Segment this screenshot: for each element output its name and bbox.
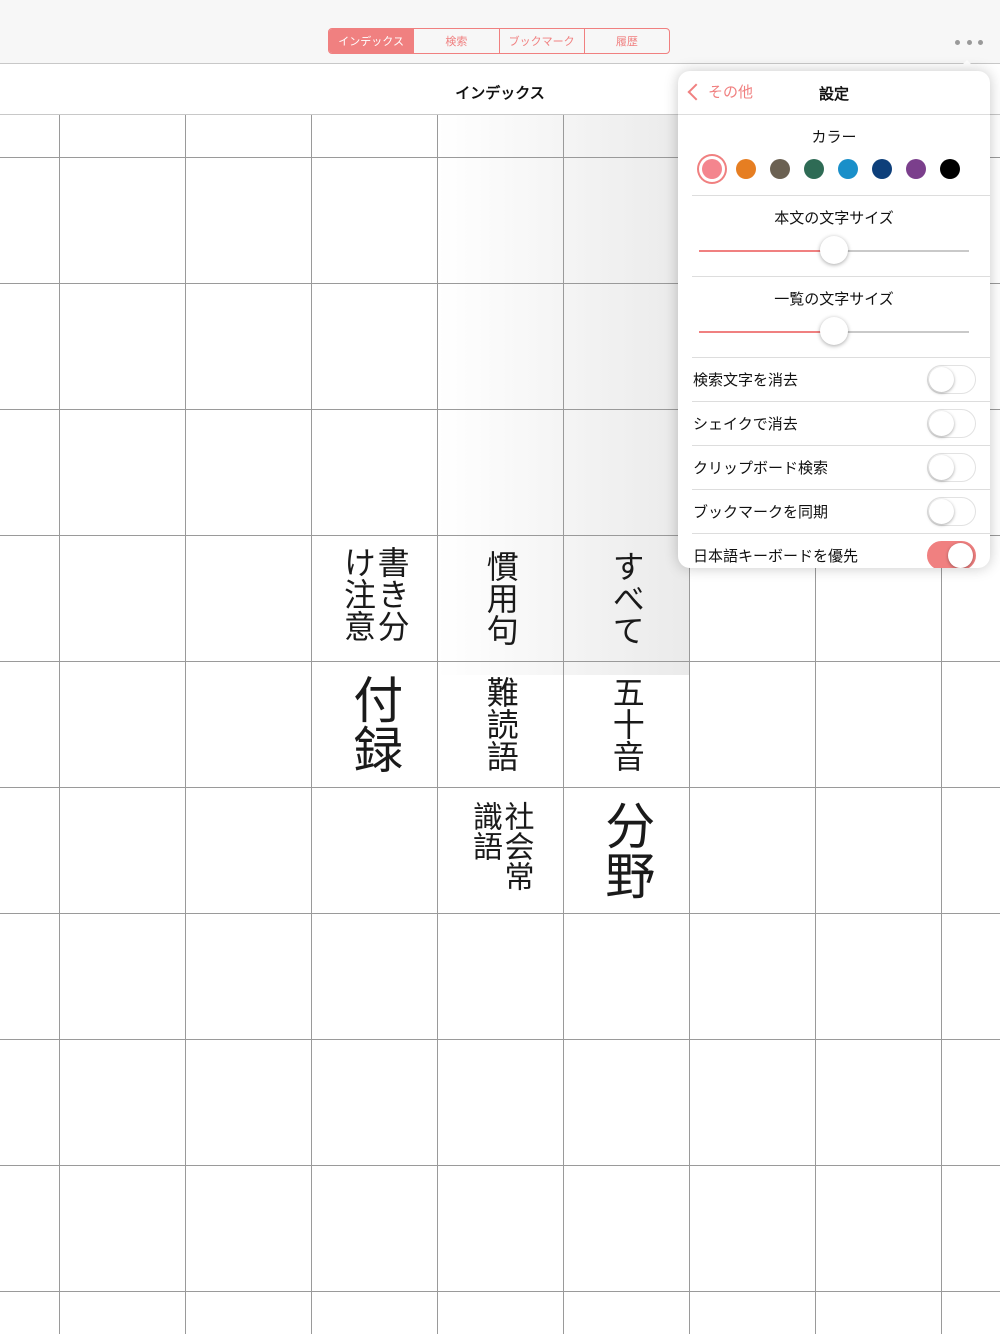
cell-nandokugo[interactable]: 難読語	[437, 661, 563, 787]
setting-row-clipboard-search: クリップボード検索	[692, 446, 990, 490]
setting-label: ブックマークを同期	[693, 503, 829, 521]
body-size-slider[interactable]	[699, 236, 969, 264]
setting-label: シェイクで消去	[693, 415, 798, 433]
cell-shakaijoshiki[interactable]: 社会常識語	[437, 787, 563, 913]
page-title: インデックス	[455, 84, 545, 102]
color-swatch[interactable]	[804, 159, 824, 179]
popover-title: 設定	[818, 85, 849, 103]
slider-thumb[interactable]	[820, 236, 848, 264]
shake-clear-toggle[interactable]	[927, 409, 976, 438]
setting-row-shake-clear: シェイクで消去	[692, 402, 990, 446]
clear-search-toggle[interactable]	[927, 365, 976, 394]
color-swatch[interactable]	[940, 159, 960, 179]
color-swatch[interactable]	[702, 159, 722, 179]
tab-bookmark[interactable]: ブックマーク	[498, 29, 584, 53]
bookmark-sync-toggle[interactable]	[927, 497, 976, 526]
cell-label: 付録	[345, 674, 404, 774]
slider-thumb[interactable]	[820, 317, 848, 345]
cell-bunya[interactable]: 分野	[563, 787, 689, 913]
settings-popover: その他 設定 カラー 本文の文字サイズ 一覧の文字サイズ 検索文字を消去 シェイ…	[678, 71, 990, 568]
color-swatches	[702, 159, 974, 179]
cell-label: 五十音	[607, 676, 646, 772]
color-swatch[interactable]	[872, 159, 892, 179]
setting-label: 日本語キーボードを優先	[693, 547, 859, 565]
setting-row-japanese-keyboard: 日本語キーボードを優先	[692, 534, 990, 568]
popover-header: その他 設定	[678, 71, 990, 115]
section-segmented-control: インデックス 検索 ブックマーク 履歴	[328, 28, 670, 54]
cell-label: 慣用句	[481, 550, 520, 646]
color-section: カラー	[692, 115, 990, 196]
list-size-label: 一覧の文字サイズ	[774, 290, 894, 308]
color-swatch[interactable]	[736, 159, 756, 179]
setting-row-clear-search: 検索文字を消去	[692, 358, 990, 402]
cell-kakiwake[interactable]: 書き分け注意	[311, 535, 437, 661]
ellipsis-icon[interactable]	[955, 32, 983, 52]
top-toolbar: インデックス 検索 ブックマーク 履歴	[0, 24, 1000, 64]
cell-label: 書き分け注意	[339, 546, 411, 642]
cell-label: 社会常識語	[467, 801, 534, 891]
color-swatch[interactable]	[906, 159, 926, 179]
setting-label: 検索文字を消去	[693, 371, 799, 389]
body-size-label: 本文の文字サイズ	[774, 209, 894, 227]
list-size-slider[interactable]	[699, 317, 969, 345]
cell-label: すべて	[607, 550, 646, 646]
color-swatch[interactable]	[838, 159, 858, 179]
list-size-section: 一覧の文字サイズ	[692, 277, 990, 358]
cell-subete[interactable]: すべて	[563, 535, 689, 661]
color-swatch[interactable]	[770, 159, 790, 179]
cell-label: 分野	[597, 800, 656, 900]
color-label: カラー	[811, 128, 857, 146]
clipboard-search-toggle[interactable]	[927, 453, 976, 482]
cell-furoku[interactable]: 付録	[311, 661, 437, 787]
cell-gojuon[interactable]: 五十音	[563, 661, 689, 787]
cell-label: 難読語	[481, 676, 520, 772]
cell-kanyouku[interactable]: 慣用句	[437, 535, 563, 661]
tab-search[interactable]: 検索	[413, 29, 498, 53]
body-size-section: 本文の文字サイズ	[692, 196, 990, 277]
status-bar	[0, 0, 1000, 24]
tab-index[interactable]: インデックス	[329, 29, 414, 53]
japanese-keyboard-toggle[interactable]	[927, 541, 976, 568]
tab-history[interactable]: 履歴	[583, 29, 669, 53]
setting-row-bookmark-sync: ブックマークを同期	[692, 490, 990, 534]
setting-label: クリップボード検索	[693, 459, 829, 477]
